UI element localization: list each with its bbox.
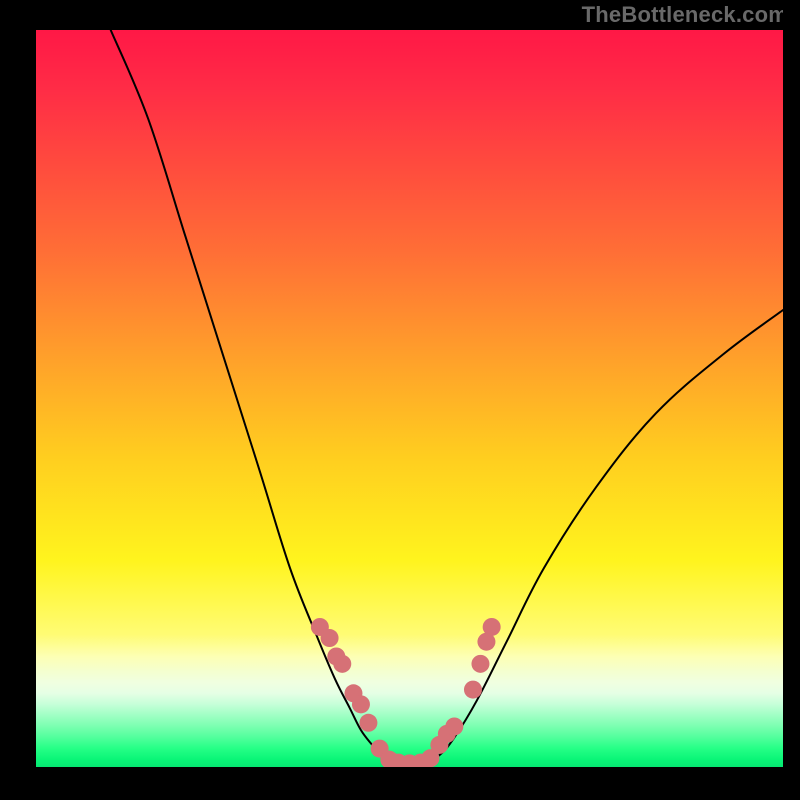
curve-left-curve [111, 30, 395, 762]
chart-svg [36, 30, 783, 767]
marker-dot [471, 655, 489, 673]
marker-dot [352, 695, 370, 713]
marker-dot [483, 618, 501, 636]
bottom-border [0, 767, 800, 800]
curve-paths [111, 30, 783, 763]
left-border [0, 0, 36, 800]
marker-dot [333, 655, 351, 673]
marker-dot [359, 714, 377, 732]
watermark-text: TheBottleneck.com [582, 2, 788, 28]
marker-dot [321, 629, 339, 647]
marker-dots [311, 618, 501, 767]
marker-dot [464, 681, 482, 699]
plot-area [36, 30, 783, 767]
marker-dot [445, 717, 463, 735]
chart-stage: TheBottleneck.com [0, 0, 800, 800]
right-border [783, 0, 800, 800]
